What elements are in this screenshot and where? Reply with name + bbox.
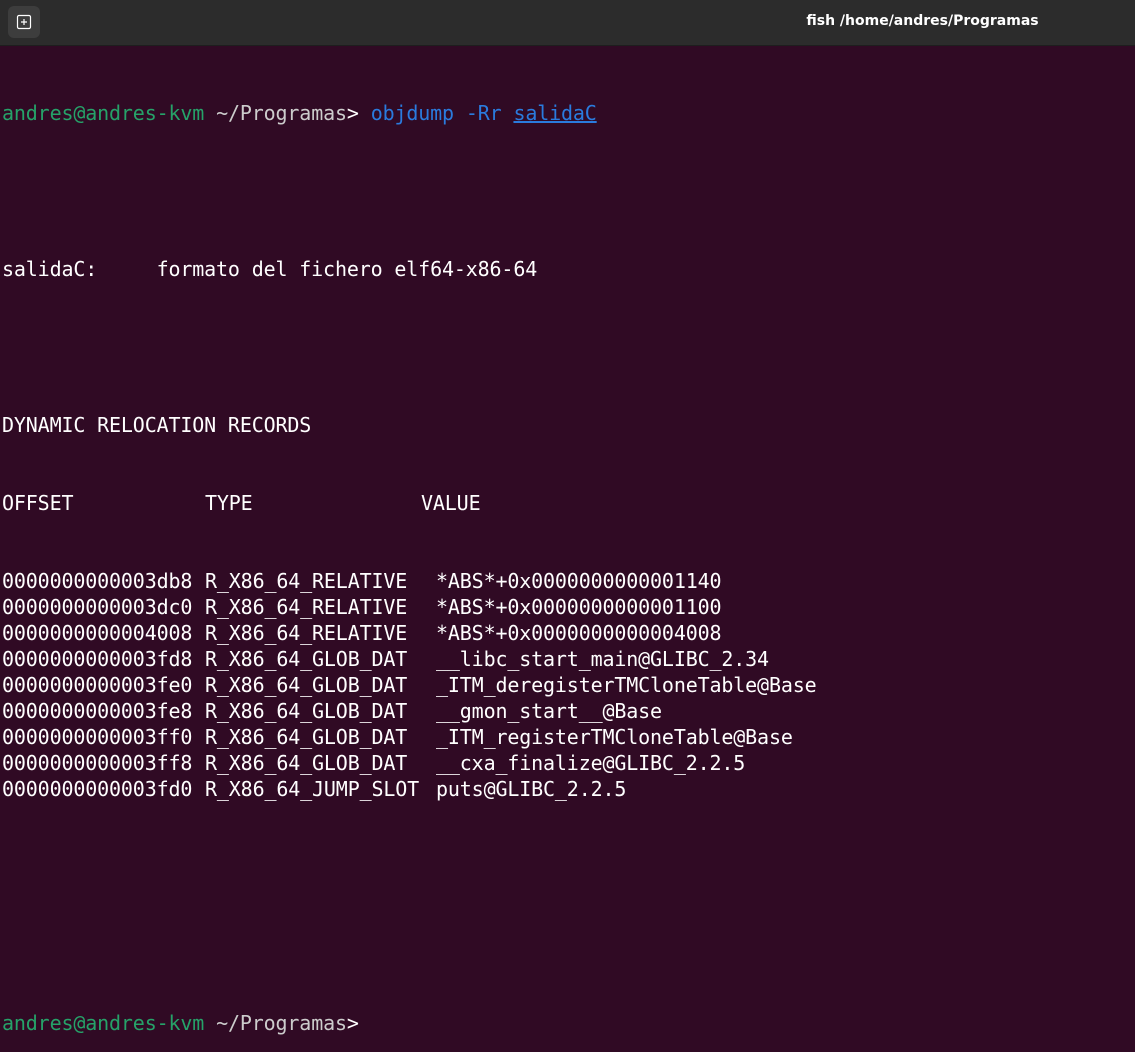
table-row: 0000000000003fe0 R_X86_64_GLOB_DAT _ITM_de… xyxy=(2,672,817,698)
row-value: _ITM_deregisterTMCloneTable@Base xyxy=(436,673,817,697)
row-value: *ABS*+0x0000000000001140 xyxy=(436,569,722,593)
prompt-user-host: andres@andres-kvm xyxy=(2,1011,205,1035)
table-header: OFFSET TYPE VALUE xyxy=(2,490,817,516)
row-offset: 0000000000004008 xyxy=(2,621,193,645)
row-value: *ABS*+0x0000000000001100 xyxy=(436,595,722,619)
row-value: __cxa_finalize@GLIBC_2.2.5 xyxy=(436,751,746,775)
row-value: __gmon_start__@Base xyxy=(436,699,662,723)
table-row: 0000000000003dc0 R_X86_64_RELATIVE *ABS*+0… xyxy=(2,594,817,620)
prompt-cwd: ~/Programas xyxy=(216,101,347,125)
row-value: *ABS*+0x0000000000004008 xyxy=(436,621,722,645)
row-offset: 0000000000003fd8 xyxy=(2,647,193,671)
table-row: 0000000000004008 R_X86_64_RELATIVE *ABS*+0… xyxy=(2,620,817,646)
relocation-table: 0000000000003db8 R_X86_64_RELATIVE *ABS*+0… xyxy=(2,568,817,802)
table-row: 0000000000003ff8 R_X86_64_GLOB_DAT __cxa_f… xyxy=(2,750,817,776)
command-line: andres@andres-kvm ~/Programas> objdump -… xyxy=(2,100,817,126)
row-type: R_X86_64_GLOB_DAT xyxy=(205,647,408,671)
table-row: 0000000000003db8 R_X86_64_RELATIVE *ABS*+0… xyxy=(2,568,817,594)
row-type: R_X86_64_GLOB_DAT xyxy=(205,699,408,723)
row-type: R_X86_64_RELATIVE xyxy=(205,621,408,645)
row-offset: 0000000000003dc0 xyxy=(2,595,193,619)
command-name: objdump xyxy=(370,101,454,125)
row-offset: 0000000000003fe8 xyxy=(2,699,193,723)
prompt-user-host: andres@andres-kvm xyxy=(2,101,205,125)
row-offset: 0000000000003ff8 xyxy=(2,751,193,775)
window-title: fish /home/andres/Programas xyxy=(806,13,1039,29)
row-type: R_X86_64_RELATIVE xyxy=(205,595,408,619)
table-row: 0000000000003fe8 R_X86_64_GLOB_DAT __gmon_… xyxy=(2,698,817,724)
title-bar: fish /home/andres/Programas xyxy=(0,0,1135,46)
row-type: R_X86_64_JUMP_SLOT xyxy=(205,777,420,801)
row-value: _ITM_registerTMCloneTable@Base xyxy=(436,725,793,749)
row-type: R_X86_64_GLOB_DAT xyxy=(205,673,408,697)
row-type: R_X86_64_RELATIVE xyxy=(205,569,408,593)
header-type: TYPE xyxy=(205,491,253,515)
row-value: puts@GLIBC_2.2.5 xyxy=(436,777,627,801)
section-title: DYNAMIC RELOCATION RECORDS xyxy=(2,413,312,437)
row-value: __libc_start_main@GLIBC_2.34 xyxy=(436,647,769,671)
table-row: 0000000000003fd0 R_X86_64_JUMP_SLOT puts@G… xyxy=(2,776,817,802)
command-target: salidaC xyxy=(513,101,597,125)
file-format-line: salidaC: formato del fichero elf64-x86-6… xyxy=(2,257,538,281)
command-flags: -Rr xyxy=(465,101,502,125)
prompt-cwd: ~/Programas xyxy=(216,1011,347,1035)
header-offset: OFFSET xyxy=(2,491,74,515)
new-tab-button[interactable] xyxy=(8,6,40,38)
prompt-symbol: > xyxy=(346,1011,359,1035)
terminal-output[interactable]: andres@andres-kvm ~/Programas> objdump -… xyxy=(2,48,817,1052)
prompt-line[interactable]: andres@andres-kvm ~/Programas> xyxy=(2,1010,817,1036)
row-offset: 0000000000003fe0 xyxy=(2,673,193,697)
table-row: 0000000000003ff0 R_X86_64_GLOB_DAT _ITM_re… xyxy=(2,724,817,750)
row-type: R_X86_64_GLOB_DAT xyxy=(205,725,408,749)
table-row: 0000000000003fd8 R_X86_64_GLOB_DAT __libc_… xyxy=(2,646,817,672)
new-tab-icon xyxy=(16,14,32,30)
row-offset: 0000000000003db8 xyxy=(2,569,193,593)
prompt-symbol: > xyxy=(346,101,359,125)
row-offset: 0000000000003ff0 xyxy=(2,725,193,749)
row-offset: 0000000000003fd0 xyxy=(2,777,193,801)
header-value: VALUE xyxy=(421,491,481,515)
row-type: R_X86_64_GLOB_DAT xyxy=(205,751,408,775)
